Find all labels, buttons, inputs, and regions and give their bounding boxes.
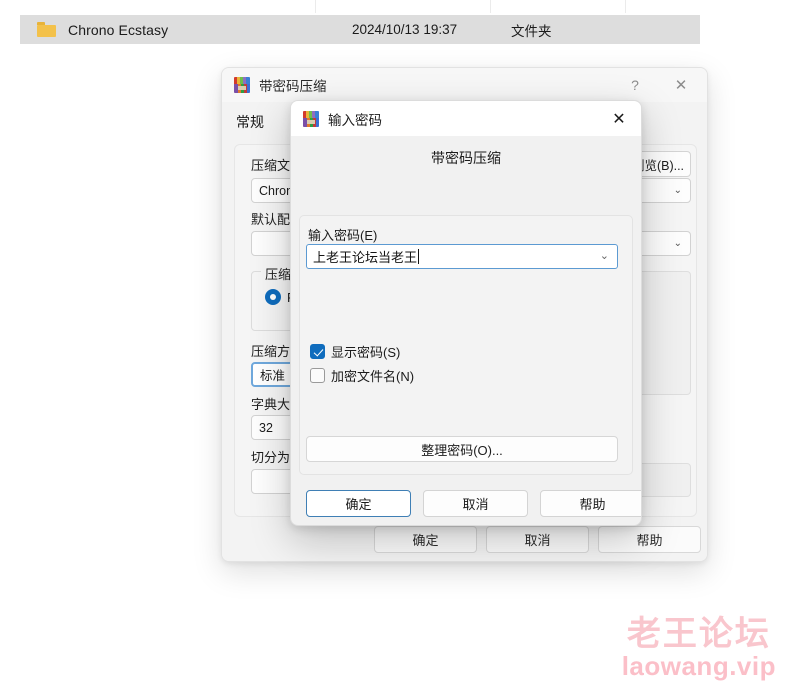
archive-cancel-button[interactable]: 取消 (486, 526, 589, 553)
file-explorer-strip: Chrono Ecstasy 2024/10/13 19:37 文件夹 (0, 0, 800, 62)
archive-help-button[interactable]: 帮助 (598, 526, 701, 553)
format-radio-rar[interactable] (265, 289, 281, 305)
chevron-down-icon[interactable]: ⌄ (674, 238, 682, 249)
show-password-label: 显示密码(S) (331, 345, 401, 360)
column-separator (315, 0, 316, 13)
dictionary-value: 32 (259, 420, 273, 435)
winrar-icon (303, 110, 319, 127)
show-password-checkbox-row[interactable]: 显示密码(S) (310, 342, 400, 361)
file-name: Chrono Ecstasy (68, 21, 169, 38)
password-dialog-title: 输入密码 (328, 112, 382, 128)
watermark-cn: 老王论坛 (626, 614, 771, 653)
method-value: 标准 (260, 369, 286, 383)
chevron-down-icon[interactable]: ⌄ (674, 185, 682, 196)
archive-dialog-titlebar: 带密码压缩 ? ✕ (222, 68, 707, 102)
column-separator (625, 0, 626, 13)
close-icon[interactable]: ✕ (597, 101, 641, 136)
password-ok-button[interactable]: 确定 (306, 490, 411, 517)
encrypt-filenames-checkbox-row[interactable]: 加密文件名(N) (310, 366, 414, 385)
password-input-label: 输入密码(E) (308, 228, 378, 243)
password-dialog-titlebar: 输入密码 ✕ (291, 101, 641, 136)
password-dialog-headline: 带密码压缩 (431, 150, 501, 166)
password-input[interactable]: 上老王论坛当老王 ⌄ (306, 244, 618, 269)
archive-dialog-title: 带密码压缩 (259, 79, 327, 94)
password-input-value: 上老王论坛当老王 (313, 250, 418, 265)
watermark-en: laowang.vip (621, 651, 776, 682)
organize-passwords-button[interactable]: 整理密码(O)... (306, 436, 618, 462)
password-help-button[interactable]: 帮助 (540, 490, 641, 517)
close-icon[interactable]: ✕ (661, 68, 701, 102)
chevron-down-icon[interactable]: ⌄ (600, 251, 609, 262)
column-separator (490, 0, 491, 13)
tab-general[interactable]: 常规 (236, 112, 264, 132)
winrar-icon (234, 77, 250, 93)
help-icon[interactable]: ? (615, 68, 655, 102)
file-list-row[interactable]: Chrono Ecstasy 2024/10/13 19:37 文件夹 (20, 15, 700, 44)
show-password-checkbox[interactable] (310, 344, 325, 359)
archive-ok-button[interactable]: 确定 (374, 526, 477, 553)
encrypt-filenames-label: 加密文件名(N) (331, 369, 415, 384)
text-caret (418, 249, 420, 264)
file-date: 2024/10/13 19:37 (352, 22, 458, 37)
file-type: 文件夹 (511, 23, 552, 39)
password-cancel-button[interactable]: 取消 (423, 490, 528, 517)
enter-password-dialog: 输入密码 ✕ 带密码压缩 输入密码(E) 上老王论坛当老王 ⌄ 显示密码(S) … (290, 100, 642, 526)
folder-icon (37, 22, 56, 37)
encrypt-filenames-checkbox[interactable] (310, 368, 325, 383)
watermark: 老王论坛 laowang.vip (621, 614, 776, 682)
